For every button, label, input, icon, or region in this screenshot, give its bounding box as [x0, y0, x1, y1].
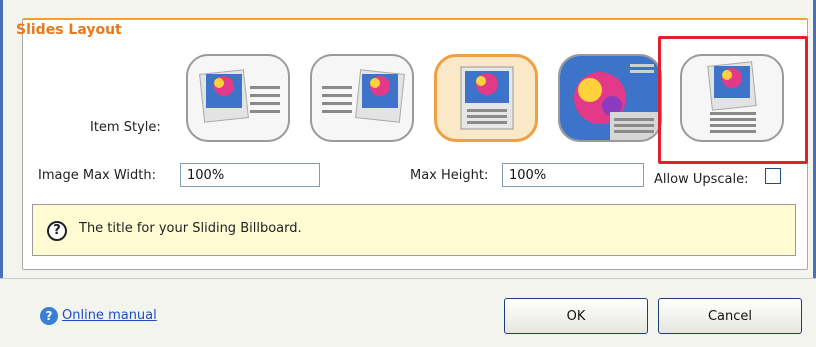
item-style-option-image-left[interactable] [186, 54, 290, 142]
image-max-width-label: Image Max Width: [38, 168, 157, 183]
layout-image-left-icon [199, 69, 280, 123]
allow-upscale-label: Allow Upscale: [654, 172, 749, 187]
cancel-button[interactable]: Cancel [658, 298, 802, 334]
allow-upscale-checkbox[interactable] [765, 168, 781, 184]
layout-image-top-icon [460, 66, 514, 130]
online-manual-link[interactable]: Online manual [62, 308, 157, 323]
selection-highlight-box [658, 36, 808, 164]
section-title: Slides Layout [16, 22, 122, 38]
layout-image-right-icon [322, 69, 405, 123]
hint-text: The title for your Sliding Billboard. [79, 221, 302, 236]
layout-full-image-icon [560, 56, 660, 140]
ok-button[interactable]: OK [504, 298, 648, 334]
hint-box: ? The title for your Sliding Billboard. [32, 204, 796, 256]
max-height-input[interactable] [502, 163, 644, 187]
help-icon[interactable]: ? [40, 307, 58, 325]
item-style-option-image-top[interactable] [434, 54, 538, 142]
item-style-label: Item Style: [90, 120, 161, 135]
max-height-label: Max Height: [410, 168, 489, 183]
question-icon: ? [47, 221, 67, 241]
item-style-option-full-image[interactable] [558, 54, 662, 142]
image-max-width-input[interactable] [180, 163, 320, 187]
item-style-option-image-right[interactable] [310, 54, 414, 142]
window-border-left [0, 0, 3, 278]
